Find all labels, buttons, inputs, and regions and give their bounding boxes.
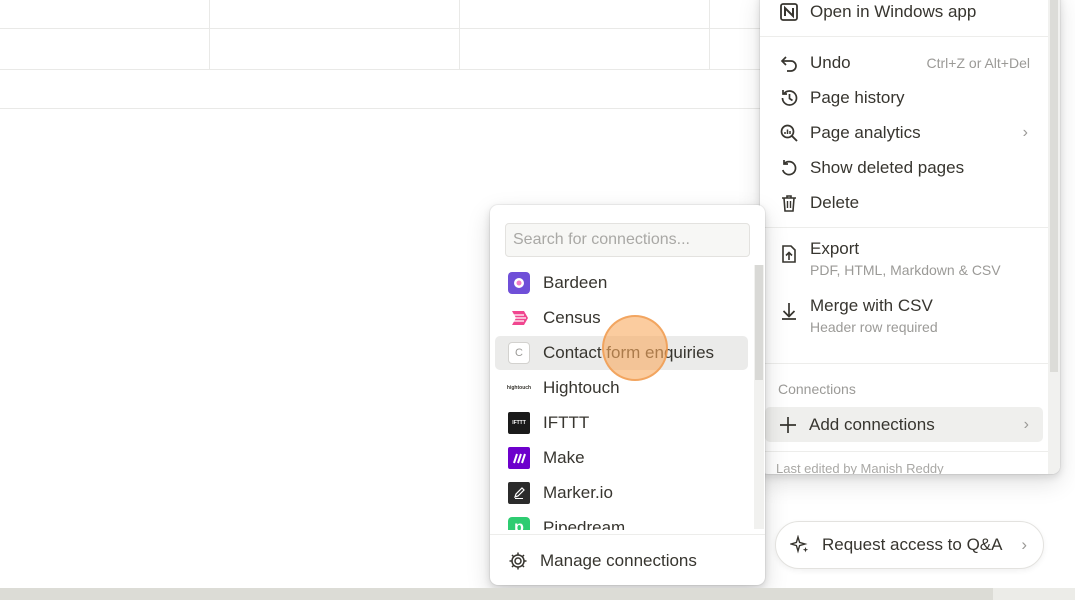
horizontal-scrollbar[interactable] xyxy=(0,588,1075,600)
page-analytics-label: Page analytics xyxy=(810,123,921,142)
table-row-divider xyxy=(0,69,760,70)
connection-item-bardeen[interactable]: Bardeen xyxy=(495,266,748,300)
make-logo xyxy=(508,447,530,469)
merge-with-csv-item[interactable]: Merge with CSV Header row required xyxy=(766,296,1042,346)
page-actions-menu: Open in Windows app Undo Ctrl+Z or Alt+D… xyxy=(760,0,1060,474)
connection-name: Bardeen xyxy=(543,273,608,292)
connections-scrollbar[interactable] xyxy=(754,265,764,529)
connection-item-marker-io[interactable]: Marker.io xyxy=(495,476,748,510)
page-analytics-item[interactable]: Page analytics › xyxy=(766,117,1042,149)
request-access-label: Request access to Q&A xyxy=(822,535,1003,554)
bardeen-logo xyxy=(508,272,530,294)
connections-section-heading: Connections xyxy=(778,381,856,397)
restore-icon xyxy=(778,157,800,179)
menu-divider xyxy=(760,451,1048,452)
undo-shortcut: Ctrl+Z or Alt+Del xyxy=(926,55,1030,71)
request-access-button[interactable]: Request access to Q&A › xyxy=(775,521,1044,569)
delete-label: Delete xyxy=(810,193,860,212)
table-column-divider xyxy=(459,0,460,70)
merge-with-csv-label: Merge with CSV xyxy=(810,296,933,315)
table-row-divider xyxy=(0,28,760,29)
trash-icon xyxy=(778,192,800,214)
table-row-divider xyxy=(0,108,760,109)
ifttt-logo: IFTTT xyxy=(508,412,530,434)
plus-icon xyxy=(777,414,799,436)
page-history-item[interactable]: Page history xyxy=(766,82,1042,114)
open-in-windows-app-label: Open in Windows app xyxy=(810,2,977,21)
table-column-divider xyxy=(709,0,710,70)
delete-item[interactable]: Delete xyxy=(766,187,1042,219)
export-label: Export xyxy=(810,239,860,258)
chevron-right-icon: › xyxy=(1023,415,1029,433)
census-logo xyxy=(508,307,530,329)
download-arrow-icon xyxy=(778,300,800,322)
chevron-right-icon: › xyxy=(1021,535,1027,554)
connection-item-make[interactable]: Make xyxy=(495,441,748,475)
connection-item-pipedream[interactable]: p Pipedream xyxy=(495,511,748,530)
add-connections-label: Add connections xyxy=(809,414,935,434)
connections-scrollbar-thumb[interactable] xyxy=(755,265,763,380)
hightouch-logo: hightouch xyxy=(506,385,532,391)
manage-connections-button[interactable]: Manage connections xyxy=(495,545,760,577)
history-icon xyxy=(778,87,800,109)
sparkle-icon xyxy=(790,535,810,555)
connection-name: Make xyxy=(543,448,585,467)
export-file-icon xyxy=(778,243,800,265)
click-indicator xyxy=(602,315,668,381)
connection-name: Pipedream xyxy=(543,518,626,530)
export-sublabel: PDF, HTML, Markdown & CSV xyxy=(810,262,1001,278)
undo-item[interactable]: Undo Ctrl+Z or Alt+Del xyxy=(766,47,1042,79)
connection-name: IFTTT xyxy=(543,413,590,432)
search-connections-input[interactable] xyxy=(505,223,750,257)
merge-with-csv-sublabel: Header row required xyxy=(810,319,938,335)
menu-divider xyxy=(760,363,1048,364)
connection-name: Marker.io xyxy=(543,483,613,502)
connection-name: Hightouch xyxy=(543,378,620,397)
connections-list: Bardeen Census C Contact form enquiries … xyxy=(490,265,765,530)
chevron-right-icon: › xyxy=(1022,124,1028,141)
show-deleted-pages-item[interactable]: Show deleted pages xyxy=(766,152,1042,184)
manage-connections-label: Manage connections xyxy=(540,551,697,570)
last-edited-text: Last edited by Manish Reddy xyxy=(776,461,944,474)
notion-icon xyxy=(778,1,800,23)
gear-icon xyxy=(507,551,529,571)
marker-io-logo xyxy=(508,482,530,504)
menu-divider xyxy=(760,36,1048,37)
popover-divider xyxy=(490,534,765,535)
menu-divider xyxy=(760,227,1048,228)
connections-popover: Bardeen Census C Contact form enquiries … xyxy=(490,205,765,585)
pipedream-logo: p xyxy=(508,517,530,530)
export-item[interactable]: Export PDF, HTML, Markdown & CSV xyxy=(766,239,1042,289)
undo-label: Undo xyxy=(810,53,851,72)
horizontal-scrollbar-thumb[interactable] xyxy=(993,588,1075,600)
connection-item-ifttt[interactable]: IFTTT IFTTT xyxy=(495,406,748,440)
contact-form-logo: C xyxy=(508,342,530,364)
table-column-divider xyxy=(209,0,210,70)
add-connections-item[interactable]: Add connections › xyxy=(765,407,1043,442)
menu-scrollbar[interactable] xyxy=(1048,0,1060,474)
analytics-magnifier-icon xyxy=(778,122,800,144)
connection-name: Census xyxy=(543,308,601,327)
menu-scrollbar-thumb[interactable] xyxy=(1050,0,1058,372)
open-in-windows-app-item[interactable]: Open in Windows app xyxy=(766,0,1042,28)
show-deleted-pages-label: Show deleted pages xyxy=(810,158,965,177)
page-history-label: Page history xyxy=(810,88,905,107)
undo-icon xyxy=(778,52,800,74)
